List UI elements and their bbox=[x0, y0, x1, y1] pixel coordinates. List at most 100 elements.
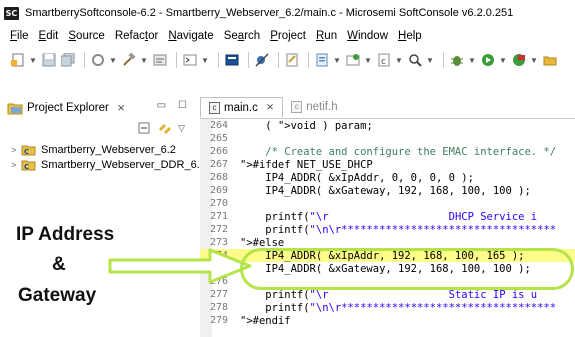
code-text: printf("\r DHCP Service i bbox=[240, 210, 538, 223]
new-class-dropdown-icon[interactable]: ▼ bbox=[364, 52, 372, 68]
menu-item[interactable]: Source bbox=[68, 30, 104, 42]
annotation-ampersand: & bbox=[52, 254, 66, 275]
annotation-ip-address: IP Address bbox=[16, 224, 115, 245]
project-explorer-tab[interactable]: Project Explorer ⨯ bbox=[7, 98, 125, 118]
code-line[interactable]: 268 IP4_ADDR( &xIpAddr, 0, 0, 0, 0 ); bbox=[200, 171, 575, 184]
code-line[interactable]: 271 printf("\r DHCP Service i bbox=[200, 210, 575, 223]
code-text: printf("\n\r****************************… bbox=[240, 301, 557, 314]
menu-item[interactable]: Search bbox=[224, 30, 260, 42]
tree-item-project[interactable]: > C Smartberry_Webserver_6.2 bbox=[11, 142, 206, 157]
toolbar-separator bbox=[176, 52, 177, 68]
menu-item[interactable]: Navigate bbox=[168, 30, 213, 42]
menu-item[interactable]: Refactor bbox=[115, 30, 158, 42]
open-type-icon[interactable] bbox=[284, 52, 300, 68]
search-dropdown-icon[interactable]: ▼ bbox=[426, 52, 434, 68]
line-number: 270 bbox=[209, 198, 228, 209]
build-dropdown-icon[interactable]: ▼ bbox=[109, 52, 117, 68]
code-line[interactable]: 267 ">#ifdef NET_USE_DHCP bbox=[200, 158, 575, 171]
external-tools-icon[interactable] bbox=[511, 52, 527, 68]
maximize-icon[interactable]: ☐ bbox=[178, 100, 187, 111]
expand-icon[interactable]: > bbox=[11, 160, 21, 170]
close-icon[interactable]: ⨯ bbox=[117, 103, 125, 114]
code-line[interactable]: 278 printf("\n\r************************… bbox=[200, 301, 575, 314]
project-name: Smartberry_Webserver_DDR_6.2 bbox=[41, 158, 206, 171]
console-icon[interactable] bbox=[182, 52, 198, 68]
debug-icon[interactable] bbox=[449, 52, 465, 68]
run-icon[interactable] bbox=[480, 52, 496, 68]
project-explorer-label: Project Explorer bbox=[27, 102, 109, 114]
toolbar-separator bbox=[308, 52, 309, 68]
code-line[interactable]: 272 printf("\n\r************************… bbox=[200, 223, 575, 236]
external-tools-dropdown-icon[interactable]: ▼ bbox=[530, 52, 538, 68]
annotation-gateway: Gateway bbox=[18, 285, 97, 306]
line-number: 278 bbox=[209, 302, 228, 313]
code-line[interactable]: 279 ">#endif bbox=[200, 314, 575, 327]
editor-tab[interactable]: c netif.h bbox=[283, 97, 345, 117]
line-number: 268 bbox=[209, 172, 228, 183]
code-area[interactable]: 264 ( ">void ) param; 265 266 /* Create an… bbox=[200, 118, 575, 337]
project-explorer-view: Project Explorer ⨯ ▭ ☐ ▽ > C Smartberry_We… bbox=[7, 98, 206, 184]
code-text: ">#endif bbox=[240, 314, 291, 327]
code-text: /* Create and configure the EMAC interfa… bbox=[240, 145, 557, 158]
new-folder-dropdown-icon[interactable]: ▼ bbox=[395, 52, 403, 68]
terminal-icon[interactable] bbox=[224, 52, 240, 68]
annotation-highlight-oval bbox=[240, 248, 574, 290]
console-dropdown-icon[interactable]: ▼ bbox=[201, 52, 209, 68]
code-line[interactable]: 269 IP4_ADDR( &xGateway, 192, 168, 100, … bbox=[200, 184, 575, 197]
code-text: printf("\r Static IP is u bbox=[240, 288, 538, 301]
hammer-icon[interactable] bbox=[121, 52, 137, 68]
code-line[interactable]: 264 ( ">void ) param; bbox=[200, 119, 575, 132]
toolbar-separator bbox=[278, 52, 279, 68]
new-icon[interactable] bbox=[10, 52, 26, 68]
build-icon[interactable] bbox=[90, 52, 106, 68]
toolbar-separator bbox=[248, 52, 249, 68]
code-line[interactable]: 270 bbox=[200, 197, 575, 210]
title-bar: SC SmartberrySoftconsole-6.2 - Smartberr… bbox=[0, 0, 575, 26]
skip-breakpoints-icon[interactable] bbox=[254, 52, 270, 68]
toolbar-separator bbox=[84, 52, 85, 68]
save-all-icon[interactable] bbox=[60, 52, 76, 68]
toolbar-separator bbox=[218, 52, 219, 68]
menu-item[interactable]: Window bbox=[347, 30, 388, 42]
run-dropdown-icon[interactable]: ▼ bbox=[499, 52, 507, 68]
new-file-dropdown-icon[interactable]: ▼ bbox=[333, 52, 341, 68]
code-line[interactable]: 265 bbox=[200, 132, 575, 145]
view-controls: ▭ ☐ bbox=[157, 100, 187, 111]
open-folder-icon[interactable] bbox=[542, 52, 558, 68]
code-line[interactable]: 266 /* Create and configure the EMAC int… bbox=[200, 145, 575, 158]
code-editor: c main.c ⨯ c netif.h 264 ( ">void ) param; 26… bbox=[200, 96, 575, 337]
line-number: 266 bbox=[209, 146, 228, 157]
tree-item-project[interactable]: > C Smartberry_Webserver_DDR_6.2 bbox=[11, 157, 206, 172]
code-text: IP4_ADDR( &xGateway, 192, 168, 100, 100 … bbox=[240, 184, 531, 197]
editor-tab[interactable]: c main.c ⨯ bbox=[200, 97, 284, 117]
code-text: ">#ifdef NET_USE_DHCP bbox=[240, 158, 373, 171]
new-file-icon[interactable] bbox=[314, 52, 330, 68]
new-folder-icon[interactable]: c bbox=[376, 52, 392, 68]
link-with-editor-icon[interactable] bbox=[158, 122, 172, 135]
new-dropdown-icon[interactable]: ▼ bbox=[29, 52, 37, 68]
expand-icon[interactable]: > bbox=[11, 145, 21, 155]
debug-config-icon[interactable] bbox=[152, 52, 168, 68]
minimize-icon[interactable]: ▭ bbox=[157, 100, 166, 111]
close-icon[interactable]: ⨯ bbox=[266, 102, 274, 113]
menu-item[interactable]: Project bbox=[270, 30, 306, 42]
search-icon[interactable] bbox=[407, 52, 423, 68]
hammer-dropdown-icon[interactable]: ▼ bbox=[140, 52, 148, 68]
project-tree: > C Smartberry_Webserver_6.2 > C Smartberry_W… bbox=[11, 142, 206, 172]
code-text: printf("\n\r****************************… bbox=[240, 223, 557, 236]
menu-item[interactable]: File bbox=[10, 30, 29, 42]
annotation-arrow-shape bbox=[108, 248, 252, 284]
debug-dropdown-icon[interactable]: ▼ bbox=[468, 52, 476, 68]
project-name: Smartberry_Webserver_6.2 bbox=[41, 143, 176, 156]
line-number: 265 bbox=[209, 133, 228, 144]
collapse-all-icon[interactable] bbox=[138, 122, 152, 135]
view-menu-icon[interactable]: ▽ bbox=[178, 123, 185, 134]
toolbar-separator bbox=[443, 52, 444, 68]
line-number: 272 bbox=[209, 224, 228, 235]
menu-item[interactable]: Edit bbox=[39, 30, 59, 42]
menu-item[interactable]: Help bbox=[398, 30, 422, 42]
new-class-icon[interactable] bbox=[345, 52, 361, 68]
save-icon[interactable] bbox=[41, 52, 57, 68]
menu-item[interactable]: Run bbox=[316, 30, 337, 42]
main-toolbar: ▼ ▼ ▼ ▼ ▼ ▼ c ▼ ▼ ▼ ▼ ▼ bbox=[0, 46, 575, 74]
